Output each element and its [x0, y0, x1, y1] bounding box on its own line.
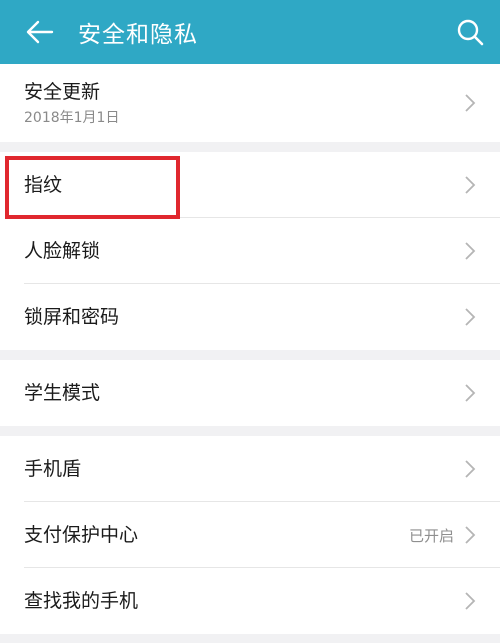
- page-title: 安全和隐私: [78, 22, 198, 48]
- settings-item-label: 学生模式: [24, 382, 101, 404]
- arrow-left-icon: [26, 20, 54, 44]
- section-gap: [0, 142, 500, 152]
- settings-group-payment: 手机盾 支付保护中心 已开启 查找我的手机: [0, 436, 500, 634]
- settings-item-label: 手机盾: [24, 458, 82, 480]
- settings-item-label: 锁屏和密码: [24, 306, 120, 328]
- settings-group-unlock: 指纹 人脸解锁 锁屏和密码: [0, 152, 500, 350]
- settings-item-lock-screen-password[interactable]: 锁屏和密码: [0, 284, 500, 350]
- settings-item-subtitle: 2018年1月1日: [24, 110, 120, 126]
- settings-item-student-mode[interactable]: 学生模式: [0, 360, 500, 426]
- chevron-right-icon: [464, 175, 476, 195]
- settings-item-label: 查找我的手机: [24, 590, 139, 612]
- settings-item-payment-protection[interactable]: 支付保护中心 已开启: [0, 502, 500, 568]
- chevron-right-icon: [464, 241, 476, 261]
- settings-item-find-my-phone[interactable]: 查找我的手机: [0, 568, 500, 634]
- back-button[interactable]: [0, 0, 80, 64]
- chevron-right-icon: [464, 383, 476, 403]
- section-gap: [0, 426, 500, 436]
- chevron-right-icon: [464, 525, 476, 545]
- settings-item-security-update[interactable]: 安全更新 2018年1月1日: [0, 64, 500, 142]
- search-icon: [457, 19, 484, 46]
- settings-item-label: 人脸解锁: [24, 240, 101, 262]
- chevron-right-icon: [464, 93, 476, 113]
- app-bar: 安全和隐私: [0, 0, 500, 64]
- chevron-right-icon: [464, 307, 476, 327]
- status-text: 已开启: [408, 526, 454, 545]
- settings-item-label: 支付保护中心: [24, 524, 139, 546]
- settings-group-security-update: 安全更新 2018年1月1日: [0, 64, 500, 142]
- settings-item-phone-shield[interactable]: 手机盾: [0, 436, 500, 502]
- settings-group-student: 学生模式: [0, 360, 500, 426]
- chevron-right-icon: [464, 591, 476, 611]
- section-gap: [0, 350, 500, 360]
- settings-item-label: 指纹: [24, 174, 63, 196]
- settings-item-fingerprint[interactable]: 指纹: [0, 152, 500, 218]
- settings-item-label: 安全更新: [24, 81, 101, 103]
- search-button[interactable]: [440, 0, 500, 64]
- chevron-right-icon: [464, 459, 476, 479]
- settings-item-face-unlock[interactable]: 人脸解锁: [0, 218, 500, 284]
